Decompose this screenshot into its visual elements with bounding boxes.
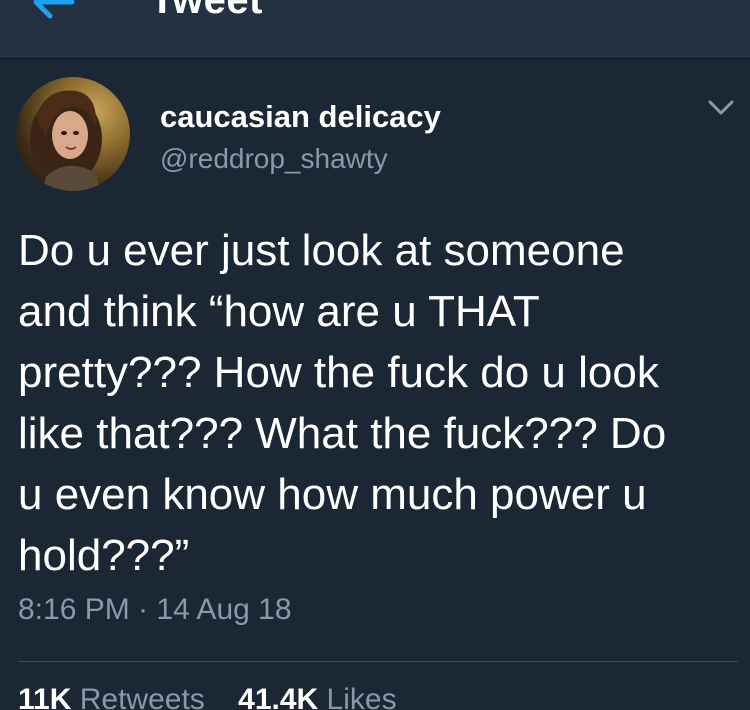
likes-label[interactable]: Likes: [327, 683, 397, 710]
retweets-count[interactable]: 11K: [18, 683, 71, 710]
avatar[interactable]: [16, 77, 130, 191]
chevron-down-icon[interactable]: [706, 97, 736, 119]
tweet-timestamp: 8:16 PM · 14 Aug 18: [18, 593, 292, 626]
top-bar: Tweet: [0, 0, 750, 59]
divider: [18, 661, 738, 662]
author-display-name[interactable]: caucasian delicacy: [160, 99, 441, 135]
tweet-stats: 11K Retweets 41.4K Likes: [18, 683, 397, 710]
page-title: Tweet: [150, 0, 263, 22]
retweets-label[interactable]: Retweets: [80, 683, 205, 710]
back-arrow-icon[interactable]: [28, 0, 76, 22]
tweet-text: Do u ever just look at someone and think…: [18, 226, 667, 580]
author-handle[interactable]: @reddrop_shawty: [160, 143, 388, 175]
likes-count[interactable]: 41.4K: [238, 683, 318, 710]
tweet-detail: caucasian delicacy @reddrop_shawty Do u …: [0, 59, 750, 710]
